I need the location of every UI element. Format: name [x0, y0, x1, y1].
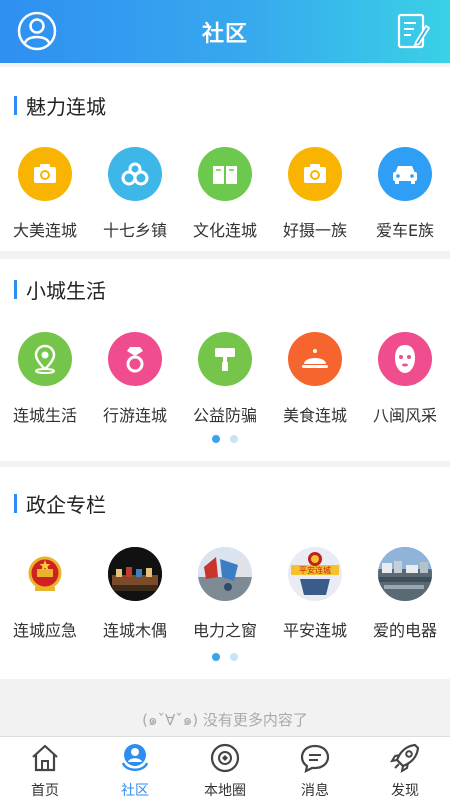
section-title: 魅力连城: [14, 91, 106, 120]
camera-icon: [18, 147, 72, 201]
svg-text:平安连城: 平安连城: [299, 565, 331, 575]
icon-grid: 连城生活 行游连城 公益防骗 美食连城 八闽风采: [0, 332, 450, 432]
tab-discover[interactable]: 发现: [360, 737, 450, 800]
grid-item-label: 平安连城: [282, 621, 347, 640]
title-accent-bar: [14, 96, 17, 115]
icon-grid: 连城应急 连城木偶 电力之窗 平安连城 平安连城 爱的电器: [0, 547, 450, 647]
no-more-content-text: (๑ˇ∀ˇ๑) 没有更多内容了: [142, 711, 308, 729]
national-emblem-icon: [18, 547, 72, 601]
user-avatar-icon[interactable]: [16, 10, 58, 52]
local-circle-icon: [210, 743, 240, 773]
grid-item-towns[interactable]: 十七乡镇: [90, 147, 180, 247]
page-indicator: [0, 653, 450, 661]
bottom-tab-bar: 首页 社区 本地圈 消息 发现: [0, 736, 450, 800]
grid-item-label: 文化连城: [192, 221, 257, 240]
grid-item-label: 好摄一族: [282, 221, 347, 240]
page-dot: [230, 653, 238, 661]
grid-item-photography[interactable]: 好摄一族: [270, 147, 360, 247]
section-title: 小城生活: [14, 275, 106, 304]
grid-item-label: 大美连城: [12, 221, 77, 240]
title-accent-bar: [14, 494, 17, 513]
grid-item-culture[interactable]: 文化连城: [180, 147, 270, 247]
grid-item-power[interactable]: 电力之窗: [180, 547, 270, 647]
tab-label: 首页: [31, 783, 59, 799]
page-dot-active: [212, 653, 220, 661]
page-indicator: [0, 435, 450, 443]
section-title-text: 政企专栏: [26, 493, 106, 517]
paint-roller-icon: [198, 332, 252, 386]
grid-item-label: 行游连城: [102, 406, 167, 425]
book-icon: [198, 147, 252, 201]
tab-label: 社区: [121, 783, 149, 799]
grid-item-label: 连城生活: [12, 406, 77, 425]
grid-item-travel[interactable]: 行游连城: [90, 332, 180, 432]
grid-item-label: 电力之窗: [192, 621, 257, 640]
grid-item-city-life[interactable]: 连城生活: [0, 332, 90, 432]
section-charm-liancheng: 魅力连城 大美连城 十七乡镇 文化连城 好摄一族 爱车E族: [0, 67, 450, 251]
face-mask-icon: [378, 332, 432, 386]
page-dot: [230, 435, 238, 443]
section-title-text: 魅力连城: [26, 95, 106, 119]
icon-grid: 大美连城 十七乡镇 文化连城 好摄一族 爱车E族: [0, 147, 450, 247]
section-title: 政企专栏: [14, 489, 106, 518]
flower-icon: [108, 147, 162, 201]
police-emblem-icon: 平安连城: [288, 547, 342, 601]
section-small-city-life: 小城生活 连城生活 行游连城 公益防骗 美食连城 八闽风采: [0, 259, 450, 461]
tab-home[interactable]: 首页: [0, 737, 90, 800]
grid-item-label: 连城应急: [12, 621, 77, 640]
tab-local-circle[interactable]: 本地圈: [180, 737, 270, 800]
grid-item-food[interactable]: 美食连城: [270, 332, 360, 432]
grid-item-emergency[interactable]: 连城应急: [0, 547, 90, 647]
tab-label: 消息: [301, 783, 329, 799]
tab-community[interactable]: 社区: [90, 737, 180, 800]
puppet-photo-icon: [108, 547, 162, 601]
power-photo-icon: [198, 547, 252, 601]
grid-item-puppet[interactable]: 连城木偶: [90, 547, 180, 647]
grid-item-label: 爱车E族: [375, 221, 435, 240]
section-gov-enterprise: 政企专栏 连城应急 连城木偶 电力之窗 平安连城 平安连城 爱的电器: [0, 467, 450, 679]
grid-item-appliance[interactable]: 爱的电器: [360, 547, 450, 647]
grid-item-damei[interactable]: 大美连城: [0, 147, 90, 247]
grid-item-safe-city[interactable]: 平安连城 平安连城: [270, 547, 360, 647]
page-dot-active: [212, 435, 220, 443]
grid-item-label: 爱的电器: [372, 621, 437, 640]
camera-icon: [288, 147, 342, 201]
tab-label: 发现: [391, 783, 419, 799]
grid-item-label: 连城木偶: [102, 621, 167, 640]
community-icon: [121, 744, 149, 771]
edit-note-icon[interactable]: [396, 12, 430, 50]
grid-item-anti-fraud[interactable]: 公益防骗: [180, 332, 270, 432]
community-content: 魅力连城 大美连城 十七乡镇 文化连城 好摄一族 爱车E族 小城生活 连城生活 …: [0, 63, 450, 736]
page-title: 社区: [201, 21, 248, 47]
grid-item-car[interactable]: 爱车E族: [360, 147, 450, 247]
location-pin-icon: [18, 332, 72, 386]
message-icon: [300, 744, 330, 773]
title-accent-bar: [14, 280, 17, 299]
home-icon: [32, 744, 58, 772]
grid-item-label: 十七乡镇: [102, 221, 167, 240]
food-cloche-icon: [288, 332, 342, 386]
grid-item-label: 八闽风采: [372, 406, 437, 425]
top-bar: 社区: [0, 0, 450, 63]
grid-item-label: 美食连城: [282, 406, 347, 425]
section-title-text: 小城生活: [26, 279, 106, 303]
grid-item-fujian[interactable]: 八闽风采: [360, 332, 450, 432]
diamond-ring-icon: [108, 332, 162, 386]
grid-item-label: 公益防骗: [192, 406, 257, 425]
tab-label: 本地圈: [204, 783, 246, 799]
tab-messages[interactable]: 消息: [270, 737, 360, 800]
car-icon: [378, 147, 432, 201]
rocket-icon: [389, 743, 420, 774]
city-photo-icon: [378, 547, 432, 601]
